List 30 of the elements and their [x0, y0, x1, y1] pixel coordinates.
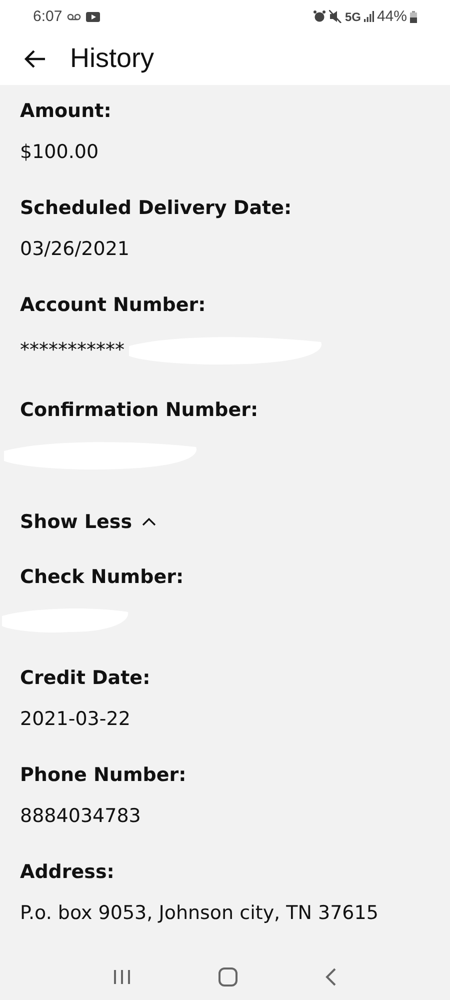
voicemail-icon [67, 12, 82, 21]
back-arrow-icon[interactable] [24, 50, 46, 68]
show-less-toggle[interactable]: Show Less [20, 508, 156, 535]
field-value: 03/26/2021 [20, 236, 130, 262]
back-icon[interactable] [324, 968, 337, 986]
recent-apps-icon[interactable] [113, 969, 132, 986]
mute-icon [328, 10, 342, 24]
network-label: 5G [344, 10, 361, 24]
caret-icon [142, 517, 156, 526]
field-value: 8884034783 [20, 804, 141, 829]
battery-icon [410, 10, 417, 23]
video-icon [86, 12, 100, 22]
field-value: *********** [20, 338, 124, 363]
status-time: 6:07 [33, 8, 62, 26]
field-label: Address: [20, 860, 116, 885]
field-label: Account Number: [20, 292, 207, 318]
field-value: $100.00 [20, 140, 99, 165]
field-value: P.o. box 9053, Johnson city, TN 37615 [20, 900, 378, 926]
field-label: Amount: [20, 98, 112, 124]
field-value: 2021-03-22 [20, 706, 130, 732]
field-label: Confirmation Number: [20, 398, 260, 423]
alarm-icon [312, 10, 326, 24]
field-label: Scheduled Delivery Date: [20, 196, 293, 221]
home-icon[interactable] [218, 967, 238, 988]
page-title: History [70, 43, 154, 74]
field-label: Credit Date: [20, 666, 152, 691]
signal-icon [364, 11, 374, 22]
field-label: Check Number: [20, 564, 185, 590]
battery-percent: 44% [376, 8, 407, 26]
field-label: Phone Number: [20, 762, 188, 788]
